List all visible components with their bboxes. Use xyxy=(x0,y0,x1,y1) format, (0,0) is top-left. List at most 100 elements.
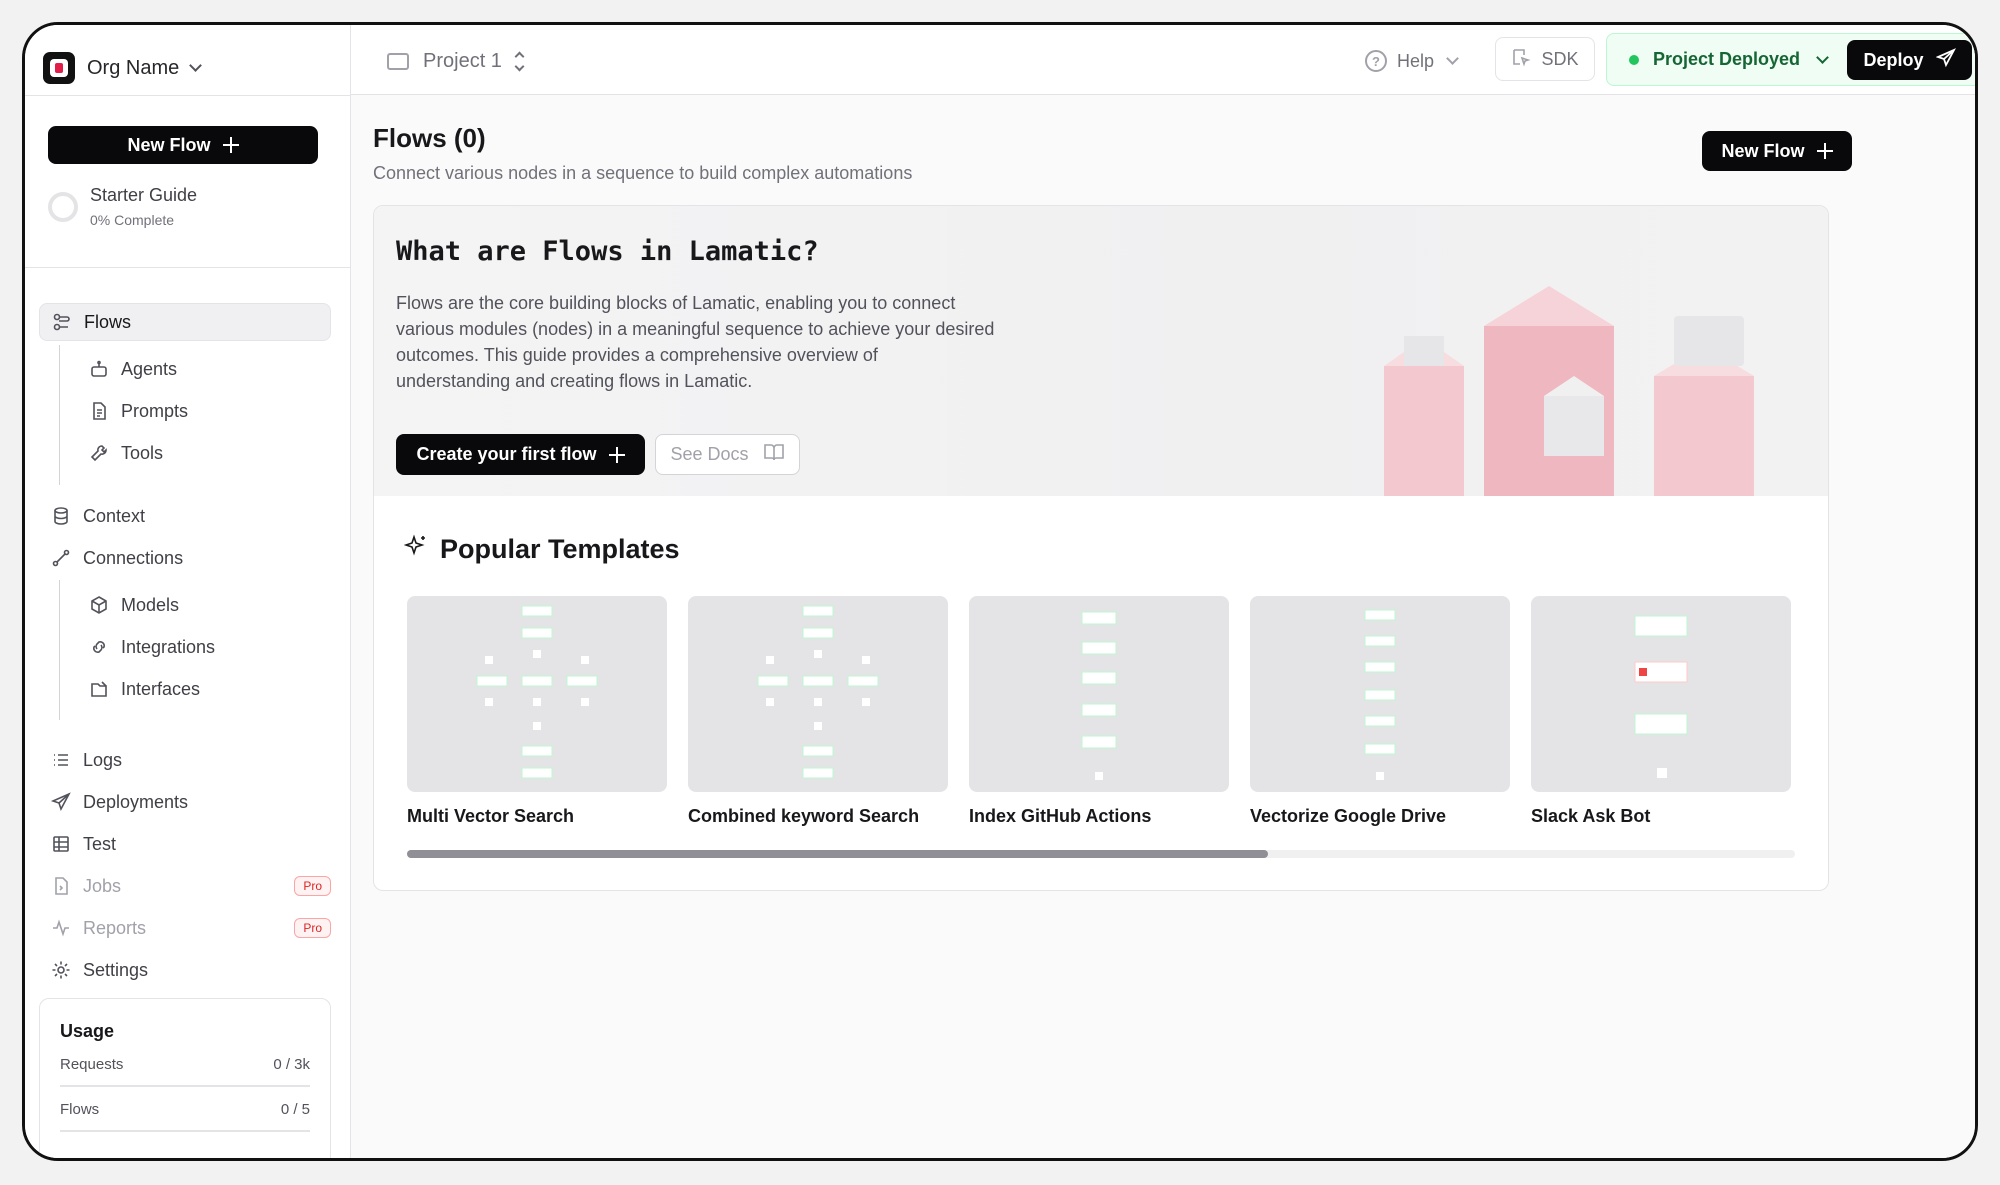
deploy-button[interactable]: Deploy xyxy=(1847,40,1972,80)
usage-row: Flows 0 / 5 xyxy=(60,1087,310,1132)
sidebar-item-models[interactable]: Models xyxy=(77,586,327,624)
pro-badge: Pro xyxy=(294,918,331,938)
usage-row-label: Requests xyxy=(60,1056,124,1073)
starter-guide[interactable]: Starter Guide 0% Complete xyxy=(48,185,197,228)
plus-icon xyxy=(1816,143,1833,159)
org-switcher[interactable]: Org Name xyxy=(43,39,203,97)
sidebar-item-context[interactable]: Context xyxy=(39,497,331,535)
sidebar: Org Name New Flow Starter Guide 0% Compl… xyxy=(25,25,351,1158)
template-card-multi-vector-search[interactable]: Multi Vector Search xyxy=(407,596,667,827)
usage-title: Usage xyxy=(60,1021,115,1041)
list-icon xyxy=(51,750,71,770)
popular-templates-title: Popular Templates xyxy=(440,534,680,564)
see-docs-label: See Docs xyxy=(670,444,749,464)
usage-row: Requests 0 / 3k xyxy=(60,1042,310,1087)
sdk-icon xyxy=(1511,47,1532,72)
template-name: Vectorize Google Drive xyxy=(1250,806,1447,826)
sidebar-item-deployments[interactable]: Deployments xyxy=(39,783,331,821)
see-docs-button[interactable]: See Docs xyxy=(655,434,800,475)
page-subtitle: Connect various nodes in a sequence to b… xyxy=(373,163,913,183)
org-name: Org Name xyxy=(87,56,180,79)
sidebar-item-label: Logs xyxy=(83,749,123,770)
sidebar-item-flows[interactable]: Flows xyxy=(39,303,331,341)
hero-title: What are Flows in Lamatic? xyxy=(396,236,819,267)
template-card-index-github-actions[interactable]: Index GitHub Actions xyxy=(969,596,1229,827)
help-menu[interactable]: ? Help xyxy=(1365,43,1459,79)
sidebar-item-settings[interactable]: Settings xyxy=(39,951,331,989)
sidebar-item-label: Models xyxy=(121,594,180,615)
sidebar-item-interfaces[interactable]: Interfaces xyxy=(77,670,327,708)
sparkles-icon xyxy=(403,534,428,565)
usage-row-value: 0 / 3k xyxy=(273,1056,310,1073)
sidebar-item-label: Settings xyxy=(83,959,149,980)
project-name: Project 1 xyxy=(423,49,502,72)
sidebar-item-prompts[interactable]: Prompts xyxy=(77,392,327,430)
sidebar-new-flow-button[interactable]: New Flow xyxy=(48,126,318,164)
scrollbar-thumb[interactable] xyxy=(407,850,1268,858)
chevron-down-icon xyxy=(189,59,203,72)
app-window: Org Name New Flow Starter Guide 0% Compl… xyxy=(22,22,1978,1161)
chevrons-up-down-icon xyxy=(514,51,525,71)
sidebar-item-label: Test xyxy=(83,833,117,854)
sidebar-item-integrations[interactable]: Integrations xyxy=(77,628,327,666)
sidebar-item-logs[interactable]: Logs xyxy=(39,741,331,779)
tree-line xyxy=(59,345,60,485)
template-name: Slack Ask Bot xyxy=(1531,806,1651,826)
wrench-icon xyxy=(89,443,109,463)
sidebar-item-jobs[interactable]: Jobs Pro xyxy=(39,867,331,905)
pro-badge: Pro xyxy=(294,876,331,896)
sidebar-item-connections[interactable]: Connections xyxy=(39,539,331,577)
flows-intro-panel: What are Flows in Lamatic? Flows are the… xyxy=(373,205,1829,891)
template-card-slack-ask-bot[interactable]: Slack Ask Bot xyxy=(1531,596,1791,827)
sidebar-item-agents[interactable]: Agents xyxy=(77,350,327,388)
sidebar-item-test[interactable]: Test xyxy=(39,825,331,863)
topbar: Project 1 ? Help SDK Project Deployed De… xyxy=(351,25,1975,95)
hero-description: Flows are the core building blocks of La… xyxy=(396,293,995,391)
template-name: Index GitHub Actions xyxy=(969,806,1152,826)
templates-scrollbar[interactable] xyxy=(407,850,1795,858)
table-icon xyxy=(51,834,71,854)
popular-templates-heading: Popular Templates xyxy=(403,534,680,565)
connection-icon xyxy=(51,548,71,568)
deploy-label: Deploy xyxy=(1863,49,1924,70)
template-name: Multi Vector Search xyxy=(407,806,575,826)
starter-guide-title: Starter Guide xyxy=(90,185,198,205)
help-circle-icon: ? xyxy=(1365,50,1387,72)
sidebar-item-label: Tools xyxy=(121,442,164,463)
create-first-flow-button[interactable]: Create your first flow xyxy=(396,434,645,475)
deploy-group: Project Deployed Deploy xyxy=(1606,33,1975,86)
template-card-combined-keyword-search[interactable]: Combined keyword Search xyxy=(688,596,948,827)
sidebar-item-label: Connections xyxy=(83,547,184,568)
folder-icon xyxy=(387,52,409,70)
status-dot-icon xyxy=(1629,54,1639,65)
hero-illustration xyxy=(1384,286,1754,496)
template-name: Combined keyword Search xyxy=(688,806,920,826)
template-thumbnail xyxy=(1250,596,1510,792)
sidebar-item-label: Prompts xyxy=(121,400,189,421)
sidebar-item-reports[interactable]: Reports Pro xyxy=(39,909,331,947)
template-card-vectorize-google-drive[interactable]: Vectorize Google Drive xyxy=(1250,596,1510,827)
divider xyxy=(25,95,351,96)
sidebar-item-label: Deployments xyxy=(83,791,189,812)
create-first-flow-label: Create your first flow xyxy=(416,444,597,464)
starter-guide-progress: 0% Complete xyxy=(90,212,175,228)
progress-ring-icon xyxy=(48,191,78,222)
sidebar-item-label: Reports xyxy=(83,917,147,938)
gear-icon xyxy=(51,960,71,980)
project-switcher[interactable]: Project 1 xyxy=(387,39,525,83)
send-icon xyxy=(51,792,71,812)
sidebar-item-label: Integrations xyxy=(121,636,216,657)
sdk-button[interactable]: SDK xyxy=(1495,37,1595,81)
tree-line xyxy=(59,580,60,720)
new-flow-button[interactable]: New Flow xyxy=(1702,131,1852,171)
book-open-icon xyxy=(763,442,785,467)
usage-row-value: 0 / 5 xyxy=(280,1101,310,1118)
sidebar-item-tools[interactable]: Tools xyxy=(77,434,327,472)
flows-icon xyxy=(52,312,72,332)
jobs-icon xyxy=(51,876,71,896)
sidebar-item-label: Agents xyxy=(121,358,178,379)
deploy-status-menu[interactable]: Project Deployed xyxy=(1629,34,1829,85)
org-logo-icon xyxy=(43,52,75,84)
sidebar-item-label: Jobs xyxy=(83,875,122,896)
interface-icon xyxy=(89,679,109,699)
